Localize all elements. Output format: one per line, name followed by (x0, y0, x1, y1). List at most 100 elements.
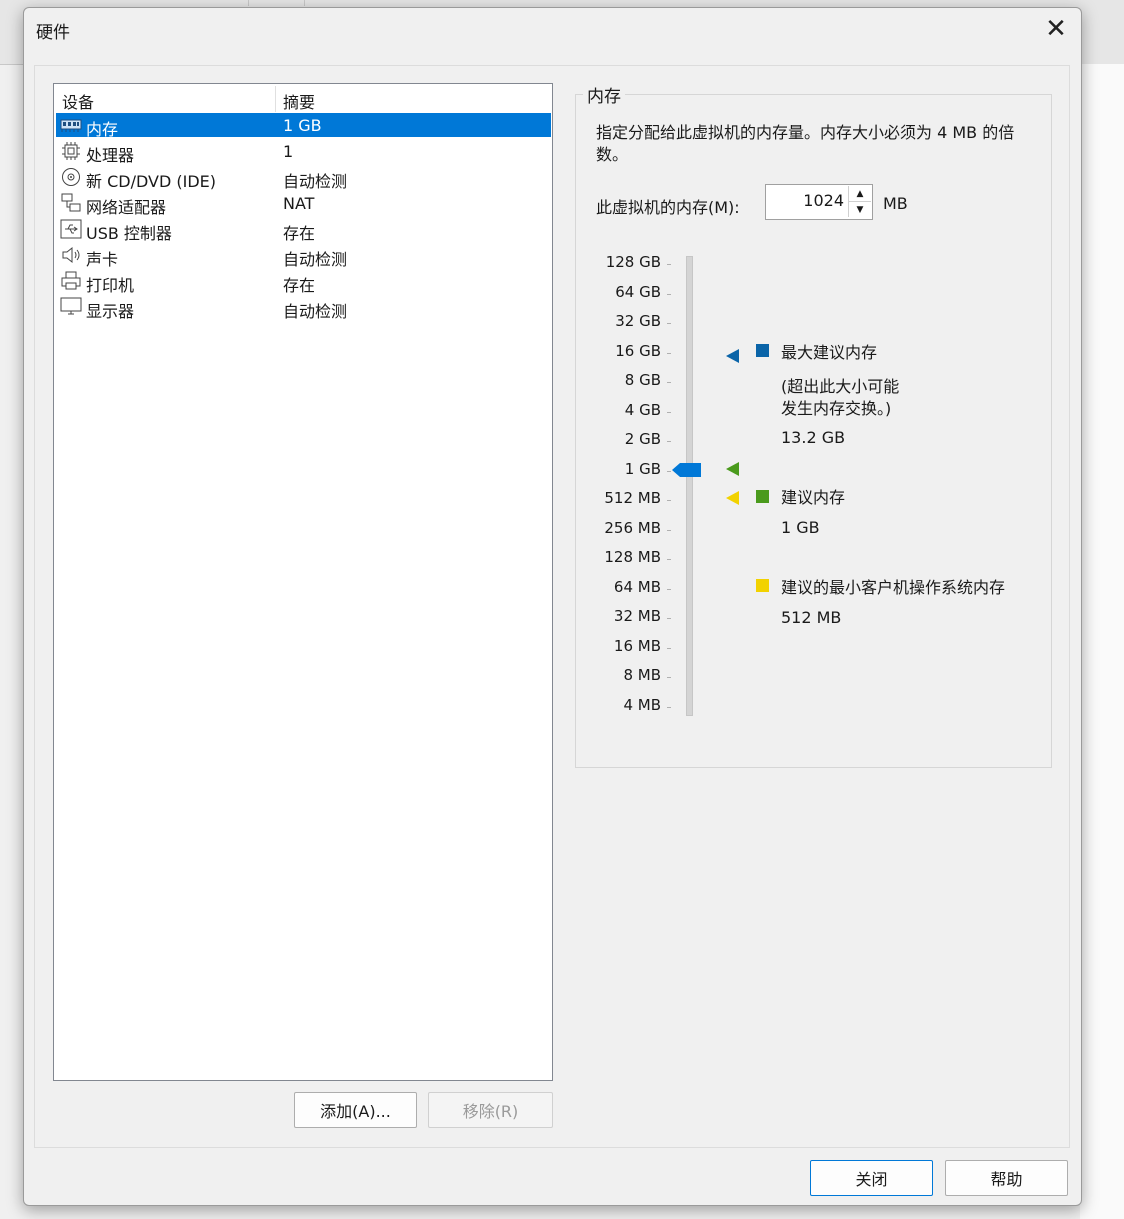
recommended-marker-icon (726, 462, 739, 476)
max-legend-note: 发生内存交换。) (781, 399, 892, 418)
memory-description: 指定分配给此虚拟机的内存量。内存大小必须为 4 MB 的倍数。 (596, 123, 1015, 164)
scale-label: 32 GB (615, 312, 661, 330)
device-name: 打印机 (86, 276, 135, 295)
recommended-legend-value: 1 GB (781, 518, 820, 537)
device-row-network-adapter[interactable]: 网络适配器 NAT (56, 191, 551, 217)
remove-device-button[interactable]: 移除(R) (428, 1092, 553, 1128)
dialog-title: 硬件 (36, 23, 70, 43)
device-row-printer[interactable]: 打印机 存在 (56, 269, 551, 295)
max-legend-note: (超出此大小可能 (781, 377, 900, 396)
cpu-icon (62, 142, 80, 160)
scale-label: 16 MB (613, 637, 661, 655)
device-name: 内存 (86, 120, 119, 139)
network-adapter-icon (61, 193, 81, 212)
scale-label: 256 MB (604, 519, 661, 537)
close-icon[interactable]: ✕ (1041, 14, 1071, 44)
memory-unit: MB (883, 194, 908, 213)
device-summary: 自动检测 (283, 302, 348, 321)
scale-tick (667, 323, 671, 324)
device-list-header: 设备 摘要 (54, 84, 552, 112)
scale-label: 64 MB (613, 578, 661, 596)
spin-down-icon[interactable]: ▼ (848, 202, 871, 217)
scale-tick (667, 441, 671, 442)
help-button[interactable]: 帮助 (945, 1160, 1068, 1196)
scale-tick (667, 353, 671, 354)
scale-label: 4 MB (623, 696, 661, 714)
scale-label: 2 GB (624, 430, 661, 448)
device-row-sound-card[interactable]: 声卡 自动检测 (56, 243, 551, 269)
device-name: USB 控制器 (86, 224, 172, 243)
max-legend-swatch (756, 344, 769, 357)
memory-group-title: 内存 (583, 82, 625, 107)
speaker-icon (62, 246, 80, 264)
device-row-display[interactable]: 显示器 自动检测 (56, 295, 551, 321)
memory-field-label: 此虚拟机的内存(M): (596, 198, 740, 217)
recommended-legend-swatch (756, 490, 769, 503)
hardware-dialog: 硬件 ✕ 设备 摘要 内存 1 GB 处理器 1 新 CD/DVD (IDE) … (23, 7, 1082, 1206)
scale-label: 128 MB (604, 548, 661, 566)
device-name: 处理器 (86, 146, 135, 165)
memory-icon (60, 119, 82, 132)
device-row-memory[interactable]: 内存 1 GB (56, 113, 551, 139)
max-legend-value: 13.2 GB (781, 428, 846, 447)
column-header-device[interactable]: 设备 (62, 89, 94, 113)
scale-label: 32 MB (613, 607, 661, 625)
scale-tick (667, 530, 671, 531)
scale-tick (667, 264, 671, 265)
minimum-legend-title: 建议的最小客户机操作系统内存 (781, 578, 1006, 597)
scale-tick (667, 471, 671, 472)
scale-label: 128 GB (605, 253, 661, 271)
device-row-usb-controller[interactable]: USB 控制器 存在 (56, 217, 551, 243)
scale-tick (667, 500, 671, 501)
device-name: 新 CD/DVD (IDE) (86, 172, 216, 191)
column-header-summary[interactable]: 摘要 (283, 89, 315, 113)
spin-up-icon[interactable]: ▲ (848, 186, 871, 202)
cd-dvd-icon (62, 168, 80, 186)
scale-tick (667, 677, 671, 678)
device-summary: 1 GB (283, 116, 322, 135)
device-name: 显示器 (86, 302, 135, 321)
column-separator[interactable] (275, 86, 276, 112)
device-name: 声卡 (86, 250, 119, 269)
scale-tick (667, 382, 671, 383)
scale-tick (667, 589, 671, 590)
printer-icon (61, 271, 81, 290)
memory-slider-thumb[interactable] (672, 462, 702, 478)
scale-tick (667, 412, 671, 413)
max-legend-title: 最大建议内存 (781, 343, 878, 362)
memory-slider-track[interactable] (686, 256, 693, 716)
device-summary: 1 (283, 142, 294, 161)
scale-tick (667, 559, 671, 560)
max-recommended-marker-icon (726, 349, 739, 363)
scale-label: 8 GB (624, 371, 661, 389)
minimum-legend-swatch (756, 579, 769, 592)
background-window (1080, 64, 1124, 1219)
add-device-button[interactable]: 添加(A)... (294, 1092, 417, 1128)
device-summary: NAT (283, 194, 315, 213)
dialog-content: 设备 摘要 内存 1 GB 处理器 1 新 CD/DVD (IDE) 自动检测 … (34, 65, 1070, 1148)
scale-label: 8 MB (623, 666, 661, 684)
recommended-legend-title: 建议内存 (781, 488, 846, 507)
close-button[interactable]: 关闭 (810, 1160, 933, 1196)
device-list[interactable]: 设备 摘要 内存 1 GB 处理器 1 新 CD/DVD (IDE) 自动检测 … (53, 83, 553, 1081)
scale-tick (667, 707, 671, 708)
memory-spinbox[interactable]: 1024 ▲ ▼ (765, 184, 873, 220)
device-name: 网络适配器 (86, 198, 167, 217)
minimum-legend-value: 512 MB (781, 608, 842, 627)
device-summary: 存在 (283, 276, 316, 295)
device-summary: 自动检测 (283, 172, 348, 191)
scale-label: 64 GB (615, 283, 661, 301)
scale-label: 512 MB (604, 489, 661, 507)
scale-label: 16 GB (615, 342, 661, 360)
memory-value-input[interactable]: 1024 (803, 191, 844, 210)
monitor-icon (60, 297, 82, 315)
scale-tick (667, 294, 671, 295)
device-row-processor[interactable]: 处理器 1 (56, 139, 551, 165)
scale-label: 1 GB (624, 460, 661, 478)
scale-tick (667, 618, 671, 619)
device-row-cd-dvd[interactable]: 新 CD/DVD (IDE) 自动检测 (56, 165, 551, 191)
minimum-marker-icon (726, 491, 739, 505)
usb-icon (60, 219, 82, 239)
device-summary: 存在 (283, 224, 316, 243)
scale-tick (667, 648, 671, 649)
